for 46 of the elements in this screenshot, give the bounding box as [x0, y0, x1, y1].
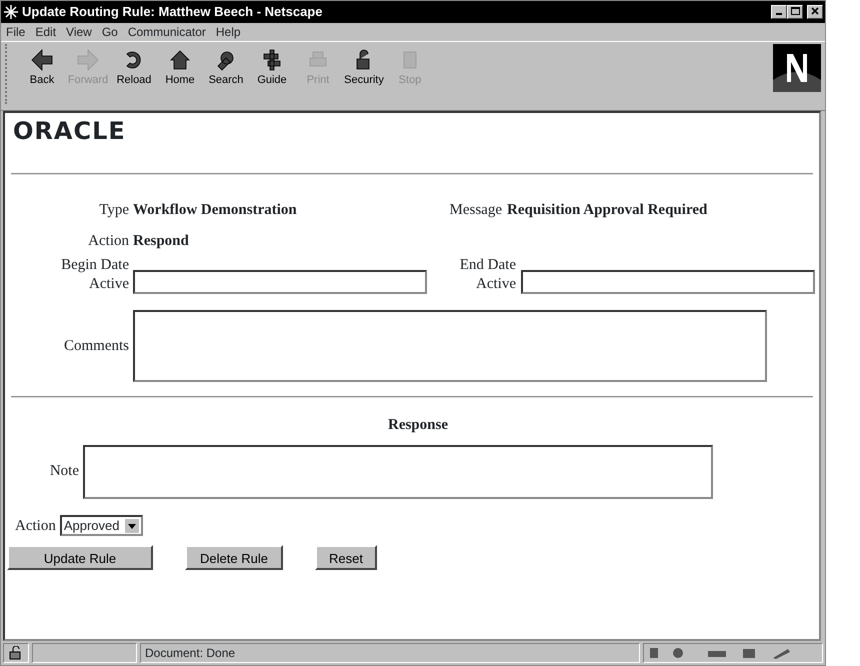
field-label: Note	[48, 462, 80, 482]
field-label: Type	[98, 201, 130, 220]
menu-item[interactable]: Go	[102, 23, 118, 41]
form-button[interactable]: Update Rule	[7, 545, 153, 570]
close-icon	[811, 7, 819, 16]
home-icon	[168, 48, 192, 72]
field-label: End Date Active	[458, 256, 517, 294]
maximize-icon	[790, 7, 800, 16]
end-date-field[interactable]	[521, 270, 815, 294]
window-title: Update Routing Rule: Matthew Beech - Netscape	[22, 3, 322, 22]
toolbar-button[interactable]: Security	[341, 44, 387, 88]
field-value: Requisition Approval Required	[507, 201, 708, 220]
toolbar-button[interactable]: Guide	[249, 44, 295, 88]
back-arrow-icon	[30, 48, 54, 72]
security-status-icon[interactable]	[3, 643, 29, 663]
begin-date-field[interactable]	[133, 270, 427, 294]
field-label: Action	[87, 232, 130, 250]
section-heading: Response	[386, 416, 449, 435]
toolbar-button[interactable]: Reload	[111, 44, 157, 88]
note-field[interactable]	[83, 444, 713, 498]
menu-item[interactable]: Help	[216, 23, 241, 41]
field-label: Action	[15, 516, 56, 536]
toolbar-button[interactable]: Back	[19, 44, 65, 88]
maximize-button[interactable]	[787, 5, 803, 19]
minimize-button[interactable]	[771, 5, 787, 19]
logo: ORACLE	[12, 116, 127, 145]
menu-item[interactable]: Edit	[35, 23, 56, 41]
field-label: Comments	[62, 336, 130, 356]
toolbar-button[interactable]: Home	[157, 44, 203, 88]
forward-arrow-icon	[76, 48, 100, 72]
field-label: Message	[448, 201, 503, 220]
action-dropdown[interactable]: Approved	[60, 515, 144, 536]
netscape-icon	[3, 4, 19, 20]
field-value: Respond	[133, 232, 189, 250]
form-button[interactable]: Delete Rule	[185, 545, 283, 570]
form-button[interactable]: Reset	[315, 545, 377, 570]
field-label: Begin Date Active	[60, 256, 130, 294]
comments-field[interactable]	[133, 310, 767, 382]
caret-icon	[125, 518, 140, 533]
field-value: Workflow Demonstration	[133, 201, 298, 220]
close-button[interactable]	[807, 5, 823, 19]
status-text: Document: Done	[140, 643, 640, 663]
menu-item[interactable]: View	[66, 23, 92, 41]
toolbar-button[interactable]: Search	[203, 44, 249, 88]
menu-item[interactable]: File	[6, 23, 26, 41]
menu-item[interactable]: Communicator	[128, 23, 206, 41]
